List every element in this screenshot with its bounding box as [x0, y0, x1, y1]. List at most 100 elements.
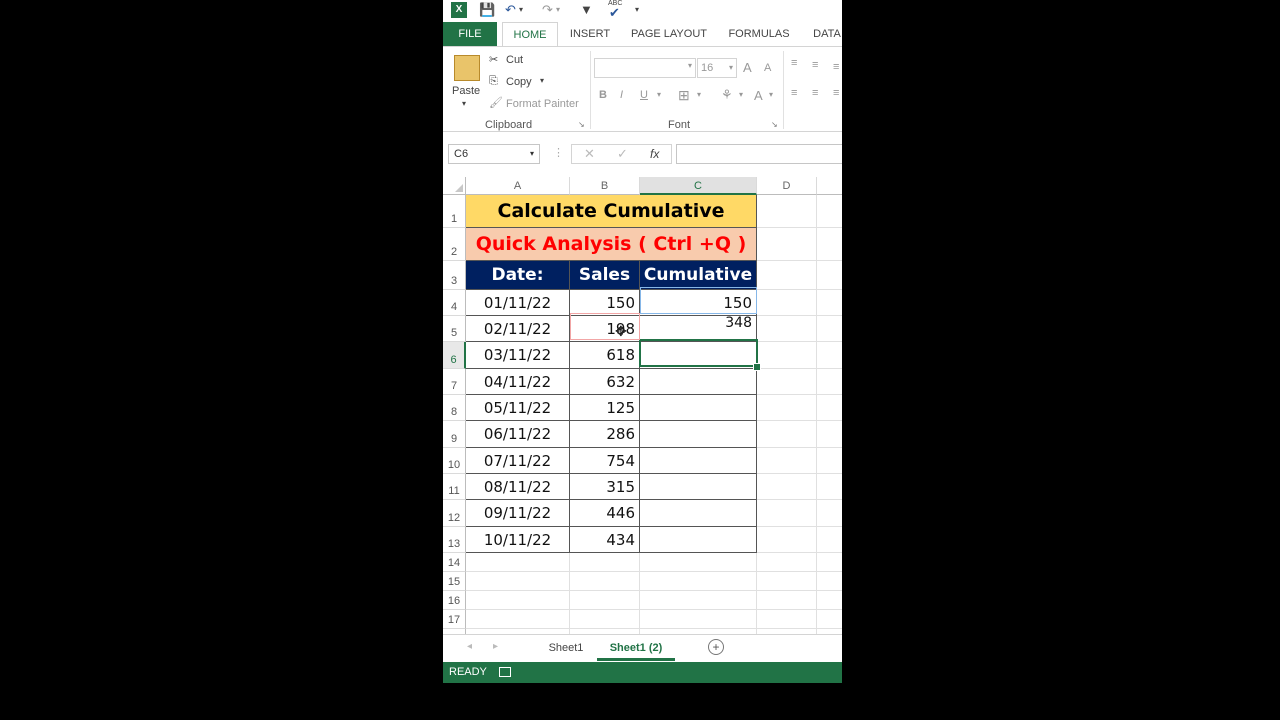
scroll-left-icon[interactable]: ◂	[467, 641, 472, 652]
date-cell[interactable]: 02/11/22	[466, 316, 570, 342]
bold-button[interactable]: B	[599, 89, 607, 101]
tab-insert[interactable]: INSERT	[565, 22, 615, 46]
grid-cell[interactable]	[817, 228, 842, 261]
name-box[interactable]: C6 ▾	[448, 144, 540, 164]
grid-cell[interactable]	[817, 448, 842, 474]
sales-cell[interactable]: 125	[570, 395, 640, 421]
grid-cell[interactable]	[570, 553, 640, 572]
grid-cell[interactable]	[817, 395, 842, 421]
grid-cell[interactable]	[757, 228, 817, 261]
grid-cell[interactable]	[817, 421, 842, 448]
grid-cell[interactable]	[817, 369, 842, 395]
cancel-icon[interactable]: ✕	[584, 146, 595, 162]
align-bottom-icon[interactable]: ≡	[833, 61, 839, 73]
add-sheet-icon[interactable]: +	[708, 639, 724, 655]
grid-cell[interactable]	[817, 527, 842, 553]
row-header[interactable]: 15	[443, 572, 466, 591]
grid-cell[interactable]	[817, 195, 842, 228]
row-header[interactable]: 9	[443, 421, 466, 448]
grid-cell[interactable]	[817, 474, 842, 500]
align-middle-icon[interactable]: ≡	[812, 59, 818, 71]
align-left-icon[interactable]: ≡	[791, 87, 797, 99]
select-all-corner[interactable]	[443, 177, 466, 195]
insert-function-button[interactable]: fx	[650, 147, 659, 161]
tab-formulas[interactable]: FORMULAS	[726, 22, 792, 46]
sales-cell[interactable]: 618	[570, 342, 640, 369]
macro-record-icon[interactable]	[499, 667, 511, 677]
excel-icon[interactable]: X	[451, 2, 467, 18]
row-header[interactable]: 4	[443, 290, 466, 316]
cumulative-cell[interactable]	[640, 369, 757, 395]
grid-cell[interactable]	[757, 395, 817, 421]
sales-cell[interactable]: 315	[570, 474, 640, 500]
font-launcher-icon[interactable]: ↘	[771, 120, 778, 129]
spelling-icon[interactable]: ✔	[609, 5, 620, 21]
date-cell[interactable]: 06/11/22	[466, 421, 570, 448]
grid-cell[interactable]	[817, 553, 842, 572]
row-header[interactable]: 8	[443, 395, 466, 421]
column-header-d[interactable]: D	[757, 177, 817, 195]
row-header[interactable]: 1	[443, 195, 466, 228]
grid-cell[interactable]	[817, 610, 842, 629]
grid-cell[interactable]	[757, 421, 817, 448]
grid-cell[interactable]	[757, 527, 817, 553]
underline-dropdown-icon[interactable]: ▾	[657, 90, 661, 99]
tab-file[interactable]: FILE	[443, 22, 497, 46]
formula-input[interactable]	[676, 144, 842, 164]
grid-cell[interactable]	[817, 290, 842, 316]
grid-cell[interactable]	[757, 342, 817, 369]
column-header-a[interactable]: A	[466, 177, 570, 195]
underline-button[interactable]: U	[640, 89, 648, 101]
grid-cell[interactable]	[640, 572, 757, 591]
grid-cell[interactable]	[757, 261, 817, 290]
header-date[interactable]: Date:	[466, 261, 570, 290]
row-header[interactable]: 14	[443, 553, 466, 572]
grid-cell[interactable]	[757, 195, 817, 228]
grid-cell[interactable]	[570, 591, 640, 610]
date-cell[interactable]: 07/11/22	[466, 448, 570, 474]
active-cell-c6[interactable]	[639, 339, 758, 367]
tab-data[interactable]: DATA	[807, 22, 842, 46]
copy-button[interactable]: Copy	[506, 76, 532, 88]
font-size-box[interactable]: 16 ▾	[697, 58, 737, 78]
date-cell[interactable]: 08/11/22	[466, 474, 570, 500]
grid-cell[interactable]	[817, 261, 842, 290]
sales-cell[interactable]: 632	[570, 369, 640, 395]
filter-icon[interactable]: ▼	[580, 2, 593, 18]
customize-qat-icon[interactable]: ▾	[635, 2, 639, 18]
grid-cell[interactable]	[757, 448, 817, 474]
cumulative-cell[interactable]	[640, 395, 757, 421]
cumulative-cell[interactable]	[640, 448, 757, 474]
align-right-icon[interactable]: ≡	[833, 87, 839, 99]
paste-icon[interactable]	[454, 55, 480, 81]
sales-cell[interactable]: 150	[570, 290, 640, 316]
sheet-tab-sheet1-2[interactable]: Sheet1 (2)	[597, 635, 675, 661]
row-header[interactable]: 16	[443, 591, 466, 610]
grid-cell[interactable]	[466, 610, 570, 629]
enter-icon[interactable]: ✓	[617, 146, 628, 162]
cumulative-cell[interactable]	[640, 500, 757, 527]
grid-cell[interactable]	[757, 610, 817, 629]
header-sales[interactable]: Sales	[570, 261, 640, 290]
row-header[interactable]: 6	[443, 342, 466, 369]
column-header-b[interactable]: B	[570, 177, 640, 195]
italic-button[interactable]: I	[620, 89, 623, 101]
undo-dropdown-icon[interactable]: ▾	[519, 2, 523, 18]
font-name-box[interactable]: ▾	[594, 58, 696, 78]
grid-cell[interactable]	[817, 572, 842, 591]
borders-dropdown-icon[interactable]: ▾	[697, 90, 701, 99]
column-header-e[interactable]	[817, 177, 842, 195]
cumulative-cell[interactable]	[640, 527, 757, 553]
grid-cell[interactable]	[757, 290, 817, 316]
grid-cell[interactable]	[466, 572, 570, 591]
cut-button[interactable]: Cut	[506, 54, 523, 66]
row-header[interactable]: 17	[443, 610, 466, 629]
row-header[interactable]: 11	[443, 474, 466, 500]
header-cumulative[interactable]: Cumulative	[640, 261, 757, 290]
grid-cell[interactable]	[757, 591, 817, 610]
title-cell[interactable]: Calculate Cumulative	[466, 195, 757, 228]
sales-cell[interactable]: 198	[570, 316, 640, 342]
grid-cell[interactable]	[817, 591, 842, 610]
paste-button[interactable]: Paste	[452, 85, 480, 97]
grid-cell[interactable]	[466, 553, 570, 572]
